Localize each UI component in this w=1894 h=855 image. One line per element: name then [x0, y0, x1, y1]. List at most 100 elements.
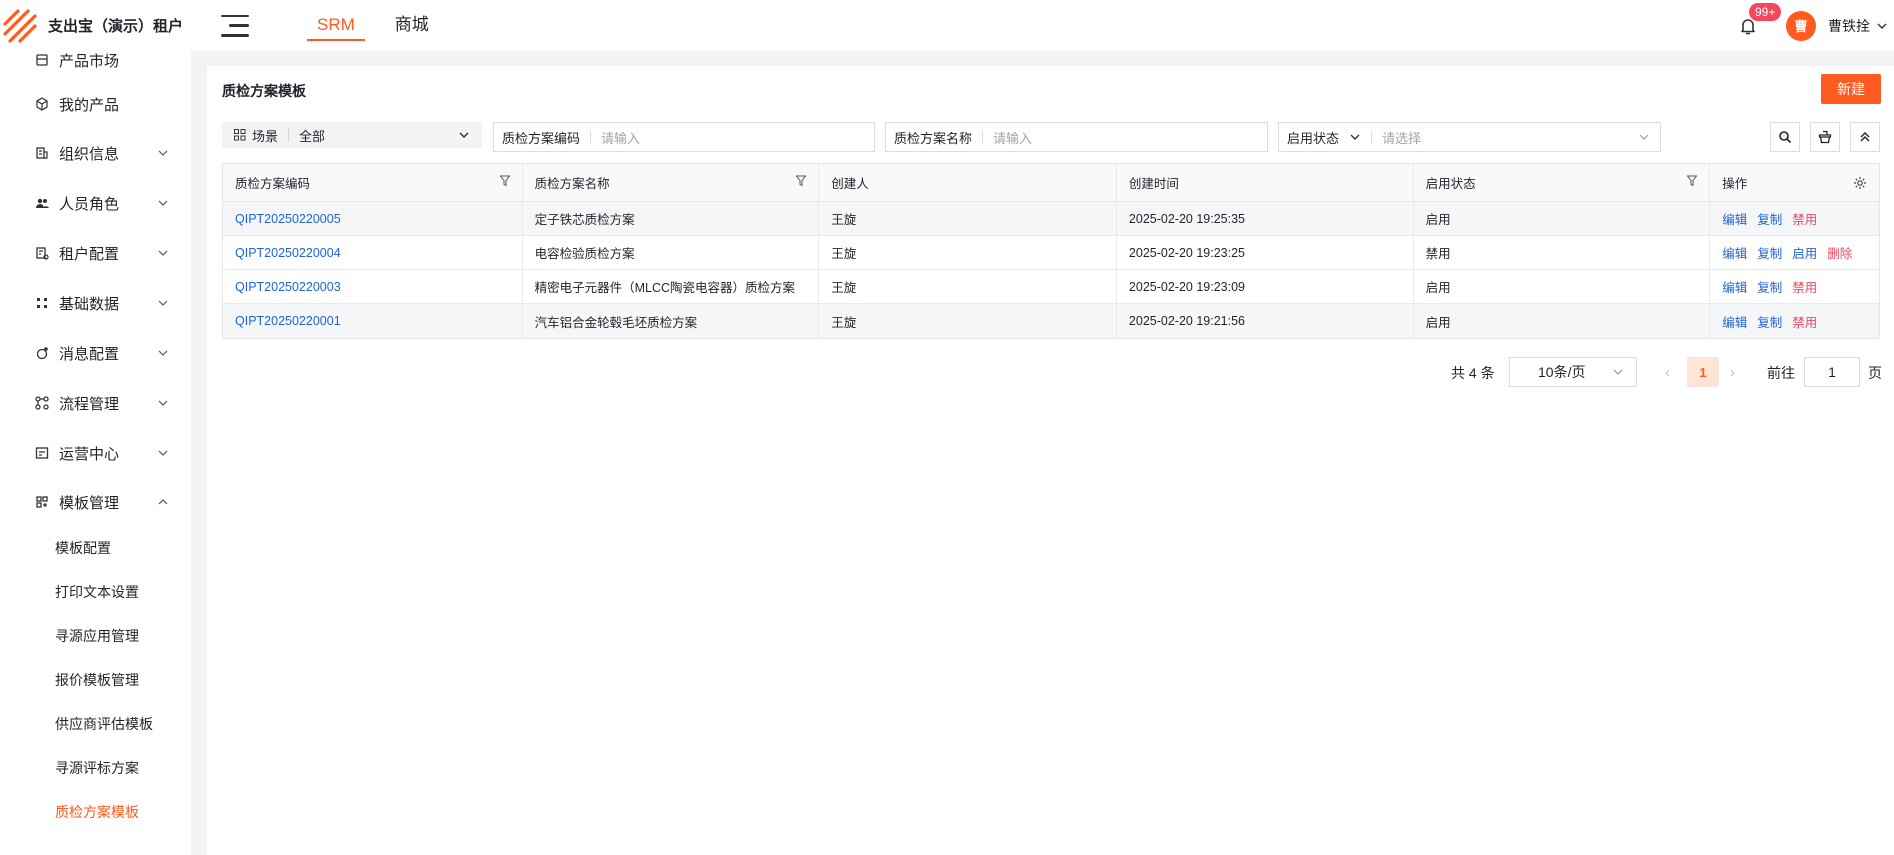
sidebar-item-process-management[interactable]: 流程管理: [0, 388, 191, 418]
edit-action[interactable]: 编辑: [1722, 312, 1747, 331]
edit-action[interactable]: 编辑: [1722, 277, 1747, 296]
name-filter-input[interactable]: 请输入: [993, 128, 1267, 147]
notification-bell-icon[interactable]: 99+: [1738, 2, 1782, 36]
qc-plan-code-link[interactable]: QIPT20250220003: [235, 280, 341, 294]
qc-plan-code-link[interactable]: QIPT20250220005: [235, 212, 341, 226]
copy-action[interactable]: 复制: [1757, 312, 1782, 331]
qc-plan-name: 精密电子元器件（MLCC陶瓷电容器）质检方案: [534, 281, 796, 295]
qc-plan-table: 质检方案编码 质检方案名称 创建人 创建时间 启用状态 操作 QIPT20250…: [222, 163, 1880, 339]
edit-action[interactable]: 编辑: [1722, 243, 1747, 262]
header-label: 启用状态: [1425, 177, 1476, 191]
new-button[interactable]: 新建: [1821, 74, 1881, 104]
delete-action[interactable]: 删除: [1827, 243, 1852, 262]
copy-action[interactable]: 复制: [1757, 209, 1782, 228]
code-filter[interactable]: 质检方案编码 请输入: [493, 122, 875, 152]
user-name[interactable]: 曹铁拴: [1828, 16, 1870, 36]
prev-page-icon[interactable]: ‹: [1665, 364, 1670, 381]
creator: 王旋: [831, 247, 857, 261]
sidebar-item-operations-center[interactable]: 运营中心: [0, 438, 191, 468]
disable-action[interactable]: 禁用: [1792, 209, 1817, 228]
next-page-icon[interactable]: ›: [1730, 364, 1735, 381]
tenant-name: 支出宝（演示）租户: [48, 18, 184, 35]
header-label: 创建人: [831, 177, 869, 191]
disable-action[interactable]: 禁用: [1792, 277, 1817, 296]
edit-action[interactable]: 编辑: [1722, 209, 1747, 228]
page-size-select[interactable]: 10条/页: [1509, 357, 1637, 387]
avatar[interactable]: 曹: [1786, 10, 1816, 41]
sidebar-item-personnel-roles[interactable]: 人员角色: [0, 188, 191, 218]
chevron-down-icon: [1639, 134, 1649, 140]
sidebar-item-product-market[interactable]: 产品市场: [0, 51, 191, 75]
disable-action[interactable]: 禁用: [1792, 312, 1817, 331]
created-time: 2025-02-20 19:23:09: [1128, 279, 1245, 294]
column-settings-gear-icon[interactable]: [1853, 176, 1867, 190]
sidebar-subitem-supplier-evaluation-template[interactable]: 供应商评估模板: [55, 714, 153, 734]
sidebar-item-my-products[interactable]: 我的产品: [0, 89, 191, 119]
chevron-down-icon: [1613, 369, 1623, 375]
tenant-config-icon: [36, 247, 49, 260]
qc-plan-name: 定子铁芯质检方案: [534, 213, 635, 227]
operations-icon: [35, 447, 49, 459]
status: 禁用: [1425, 247, 1451, 261]
tab-srm[interactable]: SRM: [307, 0, 365, 51]
sidebar-subitem-qc-plan-template[interactable]: 质检方案模板: [55, 802, 139, 822]
header-code: 质检方案编码: [223, 164, 523, 201]
menu-toggle-icon[interactable]: [221, 14, 250, 37]
template-icon: [36, 496, 48, 508]
code-filter-input[interactable]: 请输入: [601, 128, 874, 147]
collapse-filter-button[interactable]: [1850, 122, 1880, 152]
sidebar-item-template-management[interactable]: 模板管理: [0, 487, 191, 517]
copy-action[interactable]: 复制: [1757, 243, 1782, 262]
qc-plan-code-link[interactable]: QIPT20250220004: [235, 246, 341, 260]
page-number-current[interactable]: 1: [1687, 357, 1719, 387]
sidebar-subitem-template-config[interactable]: 模板配置: [55, 538, 111, 558]
notification-badge: 99+: [1749, 2, 1782, 21]
scene-grid-icon: [234, 129, 246, 141]
sidebar-item-tenant-config[interactable]: 租户配置: [0, 238, 191, 268]
tab-mall[interactable]: 商城: [395, 0, 429, 51]
goto-label: 前往: [1767, 365, 1795, 381]
sidebar-subitem-sourcing-bid-evaluation[interactable]: 寻源评标方案: [55, 758, 139, 778]
search-icon: [1779, 131, 1792, 144]
sidebar-item-message-config[interactable]: 消息配置: [0, 338, 191, 368]
chevron-down-icon: [158, 450, 168, 456]
clear-filter-button[interactable]: [1810, 122, 1840, 152]
box-icon: [36, 97, 48, 111]
sidebar-subitem-sourcing-app-management[interactable]: 寻源应用管理: [55, 626, 139, 646]
search-button[interactable]: [1770, 122, 1800, 152]
scene-label: 场景: [252, 128, 279, 144]
total-count: 共 4 条: [1451, 365, 1495, 381]
scene-selector[interactable]: 场景 全部: [222, 122, 482, 148]
copy-action[interactable]: 复制: [1757, 277, 1782, 296]
chevron-down-icon: [158, 250, 168, 256]
filter-icon[interactable]: [796, 175, 807, 187]
name-filter[interactable]: 质检方案名称 请输入: [885, 122, 1268, 152]
filter-icon[interactable]: [499, 175, 510, 187]
code-filter-label: 质检方案编码: [502, 130, 581, 146]
status-filter-select[interactable]: 请选择: [1382, 128, 1638, 147]
user-menu-chevron-down-icon[interactable]: [1876, 20, 1888, 32]
sidebar-subitem-quote-template-management[interactable]: 报价模板管理: [55, 670, 139, 690]
qc-plan-code-link[interactable]: QIPT20250220001: [235, 314, 341, 328]
creator: 王旋: [831, 281, 857, 295]
status-filter-label: 启用状态: [1287, 130, 1340, 146]
sidebar-subitem-print-text-settings[interactable]: 打印文本设置: [55, 582, 139, 602]
broom-icon: [1818, 130, 1832, 144]
chevron-down-icon: [158, 350, 168, 356]
enable-action[interactable]: 启用: [1792, 243, 1817, 262]
page-suffix: 页: [1868, 365, 1882, 381]
sidebar-item-label: 组织信息: [59, 145, 120, 163]
header-label: 操作: [1722, 177, 1748, 191]
chevron-down-icon[interactable]: [1349, 131, 1361, 143]
status-filter[interactable]: 启用状态 请选择: [1278, 122, 1661, 152]
created-time: 2025-02-20 19:23:25: [1128, 245, 1245, 260]
table-row: QIPT20250220005 定子铁芯质检方案 王旋 2025-02-20 1…: [223, 202, 1879, 236]
sidebar-item-label: 运营中心: [59, 445, 120, 463]
chevron-down-icon: [158, 200, 168, 206]
message-icon: [36, 347, 48, 360]
sidebar-item-basic-data[interactable]: 基础数据: [0, 288, 191, 318]
goto-page-input[interactable]: [1804, 357, 1860, 387]
sidebar-item-org-info[interactable]: 组织信息: [0, 138, 191, 168]
filter-icon[interactable]: [1687, 175, 1698, 187]
flow-icon: [35, 396, 49, 410]
